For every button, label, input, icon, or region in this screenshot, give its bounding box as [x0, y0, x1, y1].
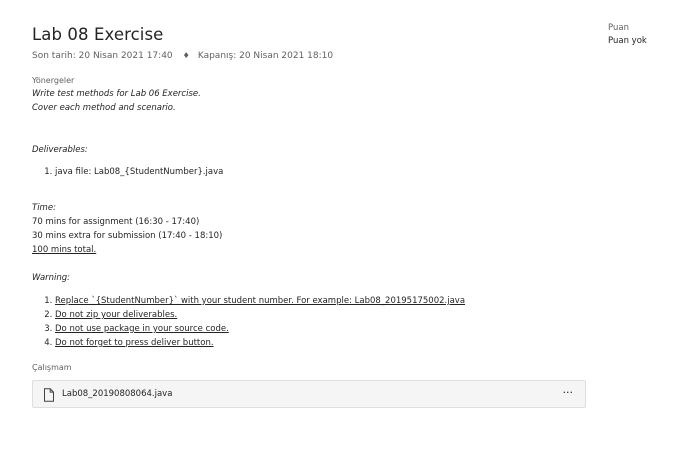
instructions-label: Yönergeler	[32, 76, 75, 85]
points-label: Puan	[608, 23, 629, 33]
warning-item-4: Do not forget to press deliver button.	[55, 338, 214, 348]
file-icon	[43, 387, 55, 402]
date-separator: ♦	[182, 51, 190, 60]
close-date: Kapanış: 20 Nisan 2021 18:10	[197, 51, 334, 61]
file-name[interactable]: Lab08_20190808064.java	[62, 381, 172, 407]
warning-item-1: Replace `{StudentNumber}` with your stud…	[55, 296, 466, 306]
list-item: Do not use package in your source code.	[55, 322, 586, 336]
my-work-label: Çalışmam	[32, 363, 72, 372]
time-line-3: 100 mins total.	[32, 245, 97, 255]
warning-item-3: Do not use package in your source code.	[55, 324, 229, 334]
due-date: Son tarih: 20 Nisan 2021 17:40	[32, 51, 173, 61]
assignment-dates: Son tarih: 20 Nisan 2021 17:40 ♦ Kapanış: …	[32, 49, 586, 63]
time-heading: Time:	[32, 203, 56, 213]
assignment-details: Lab 08 Exercise Son tarih: 20 Nisan 2021…	[32, 24, 586, 408]
time-line-1: 70 mins for assignment (16:30 - 17:40)	[32, 217, 200, 227]
warning-list: Replace `{StudentNumber}` with your stud…	[32, 294, 586, 350]
deliverables-heading: Deliverables:	[32, 145, 88, 155]
list-item: java file: Lab08_{StudentNumber}.java	[55, 165, 586, 179]
instruction-line-1: Write test methods for Lab 06 Exercise.	[32, 89, 201, 99]
deliverables-list: java file: Lab08_{StudentNumber}.java	[32, 165, 586, 179]
list-item: Do not zip your deliverables.	[55, 308, 586, 322]
list-item: Replace `{StudentNumber}` with your stud…	[55, 294, 586, 308]
list-item: Do not forget to press deliver button.	[55, 336, 586, 350]
assignment-title: Lab 08 Exercise	[32, 25, 164, 44]
points-value: Puan yok	[608, 36, 647, 46]
warning-item-2: Do not zip your deliverables.	[55, 310, 178, 320]
attached-file[interactable]: Lab08_20190808064.java ···	[32, 380, 586, 408]
time-line-2: 30 mins extra for submission (17:40 - 18…	[32, 231, 223, 241]
points-panel: Puan Puan yok	[608, 22, 647, 48]
warning-heading: Warning:	[32, 273, 71, 283]
instruction-line-2: Cover each method and scenario.	[32, 103, 176, 113]
more-options-icon[interactable]: ···	[563, 381, 574, 405]
